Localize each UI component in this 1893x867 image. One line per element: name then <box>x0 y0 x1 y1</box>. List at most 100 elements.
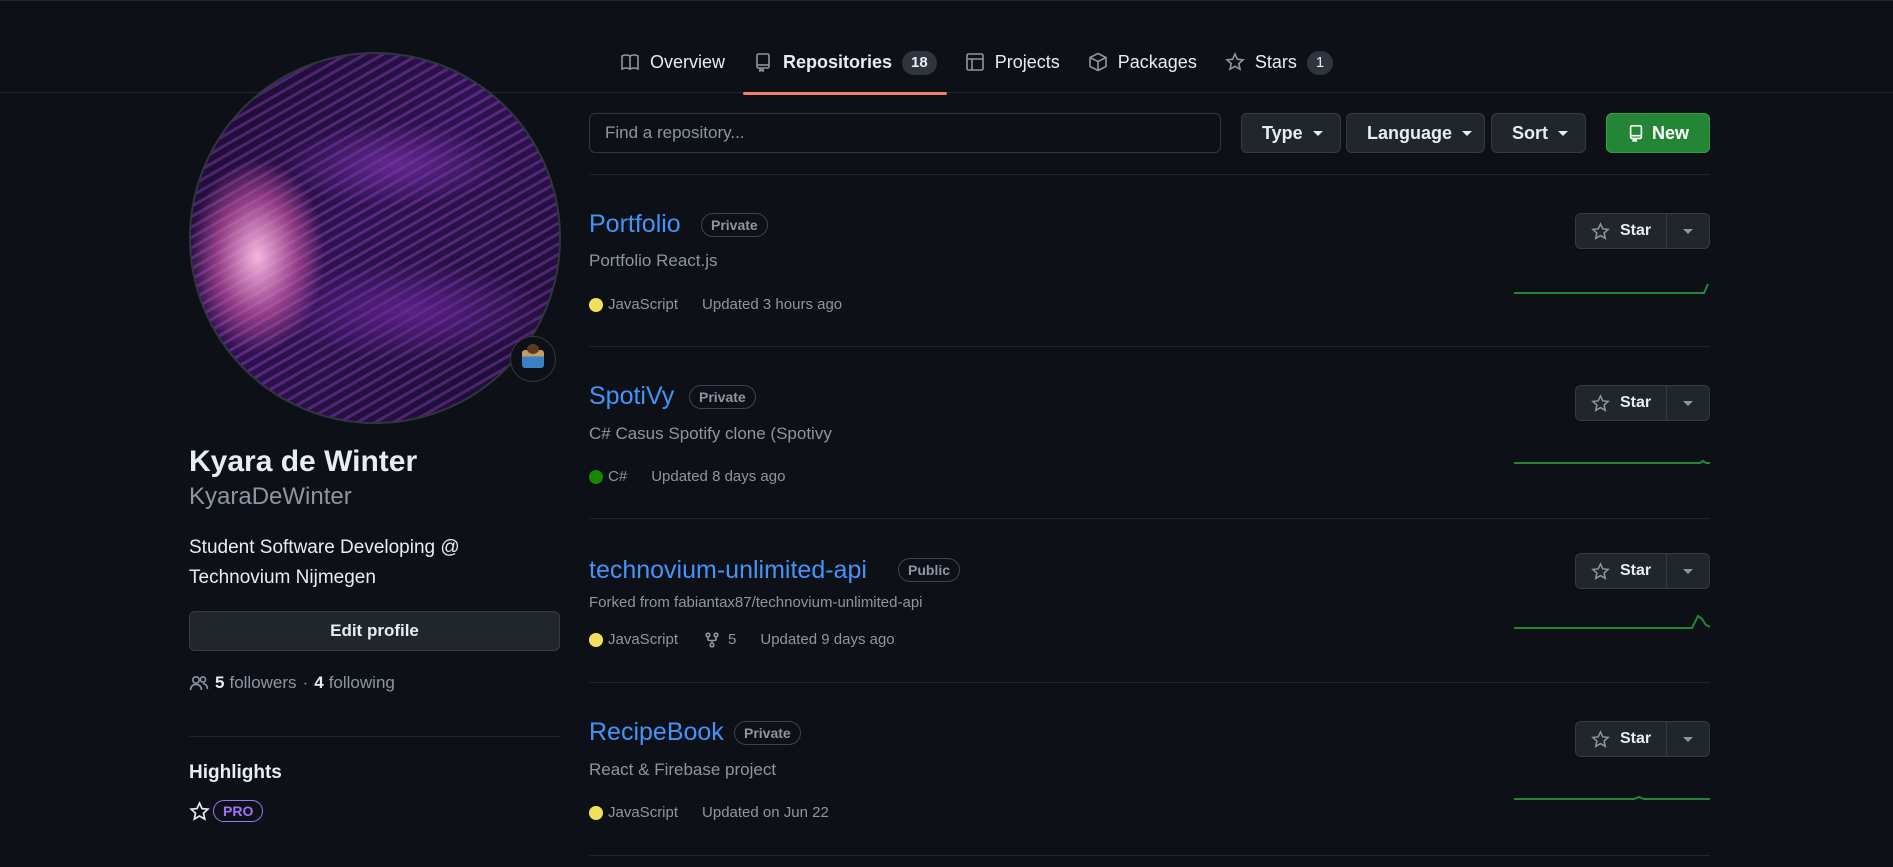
star-label: Star <box>1619 562 1652 579</box>
highlights-heading: Highlights <box>189 762 282 783</box>
language-filter-button[interactable]: Language <box>1346 113 1485 153</box>
type-filter-label: Type <box>1262 122 1303 143</box>
tab-label: Stars <box>1254 52 1297 72</box>
forked-from-prefix: Forked from <box>589 594 675 611</box>
follow-separator: · <box>302 673 309 692</box>
repo-icon <box>756 53 770 72</box>
visibility-badge: Private <box>689 385 756 409</box>
status-emoji[interactable] <box>510 336 556 382</box>
star-label: Star <box>1619 222 1652 239</box>
repo-meta: JavaScript Updated 3 hours ago <box>589 296 842 313</box>
tab-projects[interactable]: Projects <box>955 45 1070 94</box>
forks-count: 5 <box>728 631 737 648</box>
avatar[interactable] <box>189 52 561 424</box>
star-button-group: Star <box>1575 721 1710 757</box>
repo-language: JavaScript <box>608 631 679 648</box>
star-list-dropdown[interactable] <box>1667 214 1709 248</box>
book-icon <box>621 54 639 71</box>
sparkline-line <box>1514 283 1709 294</box>
stars-count: 1 <box>1306 51 1334 75</box>
caret-down-icon <box>1683 736 1693 742</box>
language-color-dot <box>589 297 603 312</box>
followers-label: followers <box>229 673 297 692</box>
following-count: 4 <box>314 673 324 692</box>
repo-meta: JavaScript Updated on Jun 22 <box>589 804 829 821</box>
repo-list-item: Portfolio Private Portfolio React.js Jav… <box>589 175 1710 347</box>
caret-down-icon <box>1312 130 1323 136</box>
repo-list-item: SpotiVy Private C# Casus Spotify clone (… <box>589 347 1710 519</box>
repo-updated: Updated 8 days ago <box>651 468 786 485</box>
sparkline-line <box>1514 614 1710 629</box>
follow-stats: 5 followers · 4 following <box>189 673 395 693</box>
followers-link[interactable]: 5 followers <box>215 673 297 693</box>
repo-updated: Updated 3 hours ago <box>702 296 843 313</box>
visibility-badge: Private <box>734 721 801 745</box>
tab-label: Repositories <box>783 52 893 72</box>
repo-updated: Updated on Jun 22 <box>702 804 829 821</box>
pro-badge[interactable]: PRO <box>213 800 264 822</box>
star-label: Star <box>1619 730 1652 747</box>
star-button-group: Star <box>1575 385 1710 421</box>
new-repo-label: New <box>1651 122 1689 143</box>
sparkline-line <box>1514 795 1710 800</box>
repo-name-link[interactable]: technovium-unlimited-api <box>589 556 867 585</box>
star-icon <box>1224 52 1245 71</box>
caret-down-icon <box>1683 400 1693 406</box>
caret-down-icon <box>1462 130 1473 136</box>
star-list-dropdown[interactable] <box>1667 722 1709 756</box>
sort-filter-button[interactable]: Sort <box>1491 113 1586 153</box>
repo-name-link[interactable]: Portfolio <box>589 210 681 239</box>
tab-label: Projects <box>994 52 1060 72</box>
tab-packages[interactable]: Packages <box>1078 45 1207 94</box>
repo-icon <box>1629 124 1643 142</box>
sparkline-line <box>1514 459 1710 464</box>
repo-language: JavaScript <box>608 296 679 313</box>
star-icon <box>1591 393 1610 412</box>
following-label: following <box>328 673 395 692</box>
sidebar-divider <box>189 736 560 737</box>
tab-stars[interactable]: Stars 1 <box>1215 45 1343 94</box>
star-button[interactable]: Star <box>1576 722 1667 756</box>
table-icon <box>965 53 984 71</box>
repo-language: JavaScript <box>608 804 679 821</box>
star-button[interactable]: Star <box>1576 214 1667 248</box>
repo-search-input[interactable] <box>589 113 1221 153</box>
new-repo-button[interactable]: New <box>1606 113 1710 153</box>
forked-from-link[interactable]: fabiantax87/technovium-unlimited-api <box>674 594 922 611</box>
language-filter-label: Language <box>1367 122 1453 143</box>
type-filter-button[interactable]: Type <box>1241 113 1341 153</box>
repositories-count: 18 <box>902 51 937 75</box>
package-icon <box>1088 52 1107 72</box>
star-button-group: Star <box>1575 213 1710 249</box>
star-button[interactable]: Star <box>1576 554 1667 588</box>
tab-overview[interactable]: Overview <box>610 45 735 94</box>
language-color-dot <box>589 805 603 820</box>
star-label: Star <box>1619 394 1652 411</box>
repo-list-item: RecipeBook Private React & Firebase proj… <box>589 683 1710 856</box>
repo-description: Portfolio React.js <box>589 251 718 270</box>
repo-description: C# Casus Spotify clone (Spotivy <box>589 424 832 443</box>
repo-name-link[interactable]: RecipeBook <box>589 718 724 747</box>
repo-meta: JavaScript 5 Updated 9 days ago <box>589 631 895 648</box>
language-color-dot <box>589 469 603 484</box>
star-icon <box>189 800 210 821</box>
forked-from: Forked from fabiantax87/technovium-unlim… <box>589 594 923 611</box>
star-button[interactable]: Star <box>1576 386 1667 420</box>
tab-label: Overview <box>650 52 726 72</box>
caret-down-icon <box>1558 130 1568 136</box>
technologist-icon <box>522 344 544 368</box>
edit-profile-button[interactable]: Edit profile <box>189 611 560 651</box>
star-list-dropdown[interactable] <box>1667 554 1709 588</box>
repo-meta: C# Updated 8 days ago <box>589 468 785 485</box>
caret-down-icon <box>1683 568 1693 574</box>
tab-repositories[interactable]: Repositories 18 <box>743 45 947 95</box>
visibility-badge: Private <box>701 213 768 237</box>
repo-updated: Updated 9 days ago <box>760 631 895 648</box>
tab-label: Packages <box>1117 52 1197 72</box>
forks-link[interactable]: 5 <box>704 631 736 648</box>
star-list-dropdown[interactable] <box>1667 386 1709 420</box>
following-link[interactable]: 4 following <box>314 673 395 693</box>
repo-name-link[interactable]: SpotiVy <box>589 382 674 411</box>
visibility-badge: Public <box>898 558 961 582</box>
profile-full-name: Kyara de Winter <box>189 445 418 478</box>
